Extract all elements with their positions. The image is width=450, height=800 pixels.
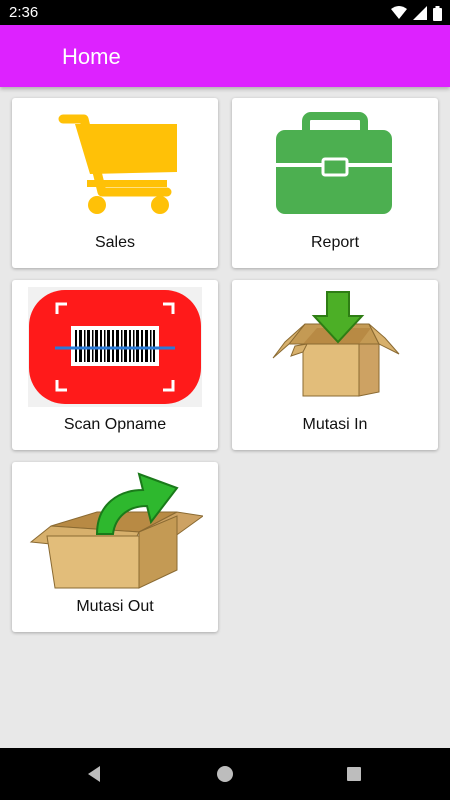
back-icon[interactable] bbox=[82, 762, 106, 786]
status-bar: 2:36 bbox=[0, 0, 450, 25]
scan-opname-label: Scan Opname bbox=[63, 416, 167, 433]
sales-card[interactable]: Sales bbox=[12, 98, 218, 268]
shopping-cart-icon bbox=[58, 114, 177, 214]
app-bar: Home bbox=[0, 25, 450, 87]
signal-icon bbox=[413, 6, 427, 20]
report-label: Report bbox=[310, 234, 360, 251]
sales-label: Sales bbox=[94, 234, 136, 251]
wifi-icon bbox=[391, 6, 407, 19]
page-title: Home bbox=[62, 44, 121, 69]
mutasi-in-label: Mutasi In bbox=[302, 416, 368, 433]
barcode-scan-icon bbox=[28, 287, 202, 407]
box-download-icon bbox=[272, 291, 400, 397]
box-upload-icon bbox=[29, 472, 203, 589]
briefcase-icon bbox=[276, 112, 392, 214]
mutasi-out-card[interactable]: Mutasi Out bbox=[12, 462, 218, 632]
status-icons bbox=[391, 5, 442, 21]
status-time: 2:36 bbox=[9, 4, 39, 21]
home-icon[interactable] bbox=[213, 762, 237, 786]
battery-icon bbox=[433, 5, 442, 21]
report-card[interactable]: Report bbox=[232, 98, 438, 268]
recents-icon[interactable] bbox=[342, 762, 366, 786]
mutasi-in-card[interactable]: Mutasi In bbox=[232, 280, 438, 450]
mutasi-out-label: Mutasi Out bbox=[76, 598, 154, 615]
scan-opname-card[interactable]: Scan Opname bbox=[12, 280, 218, 450]
navigation-bar bbox=[0, 748, 450, 800]
